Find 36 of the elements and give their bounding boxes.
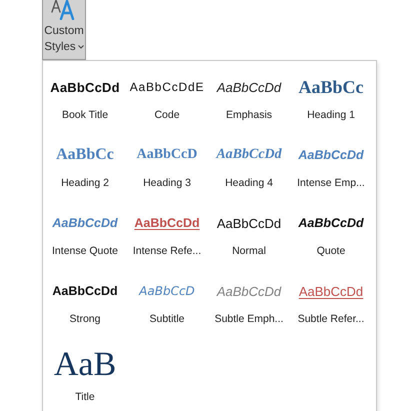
style-name: Heading 3 — [143, 177, 191, 189]
style-preview[interactable]: AaBbCcDd — [50, 69, 120, 105]
style-name: Subtle Emph... — [214, 313, 284, 325]
style-name: Quote — [316, 245, 346, 257]
style-preview[interactable]: AaBbCcDd — [216, 205, 282, 241]
style-preview[interactable]: AaBbCcDd — [52, 273, 118, 309]
style-name: Heading 1 — [307, 109, 355, 121]
style-name: Code — [154, 109, 180, 121]
style-preview[interactable]: AaB — [54, 343, 116, 387]
style-preview[interactable]: AaBbCcDd — [298, 205, 364, 241]
style-preview[interactable]: AaBbCc — [298, 69, 364, 105]
style-preview[interactable]: AaBbCcD — [136, 137, 198, 173]
style-preview[interactable]: AaBbCc — [56, 137, 114, 173]
style-name: Intense Refe... — [132, 245, 202, 257]
style-name: Heading 2 — [61, 177, 109, 189]
custom-styles-button[interactable]: Custom Styles — [42, 0, 86, 60]
style-name: Intense Quote — [52, 245, 118, 257]
style-preview[interactable]: AaBbCcDd — [298, 137, 364, 173]
style-preview[interactable]: AaBbCcDd — [298, 273, 364, 309]
style-preview[interactable]: AaBbCcD — [139, 273, 195, 309]
style-name: Emphasis — [226, 109, 272, 121]
style-name: Strong — [70, 313, 100, 325]
style-name: Title — [75, 391, 95, 403]
style-preview[interactable]: AaBbCcDd — [216, 137, 282, 173]
style-preview[interactable]: AaBbCcDdE — [130, 69, 204, 105]
style-name: Subtitle — [149, 313, 185, 325]
style-preview[interactable]: AaBbCcDd — [216, 69, 282, 105]
style-preview[interactable]: AaBbCcDd — [216, 273, 282, 309]
style-name: Intense Emp... — [297, 177, 365, 189]
style-name: Normal — [232, 245, 266, 257]
style-preview[interactable]: AaBbCcDd — [134, 205, 200, 241]
style-name: Book Title — [62, 109, 108, 121]
style-name: Heading 4 — [225, 177, 273, 189]
caret-icon — [78, 45, 84, 49]
style-preview[interactable]: AaBbCcDd — [52, 205, 118, 241]
style-name: Subtle Refer... — [298, 313, 364, 325]
